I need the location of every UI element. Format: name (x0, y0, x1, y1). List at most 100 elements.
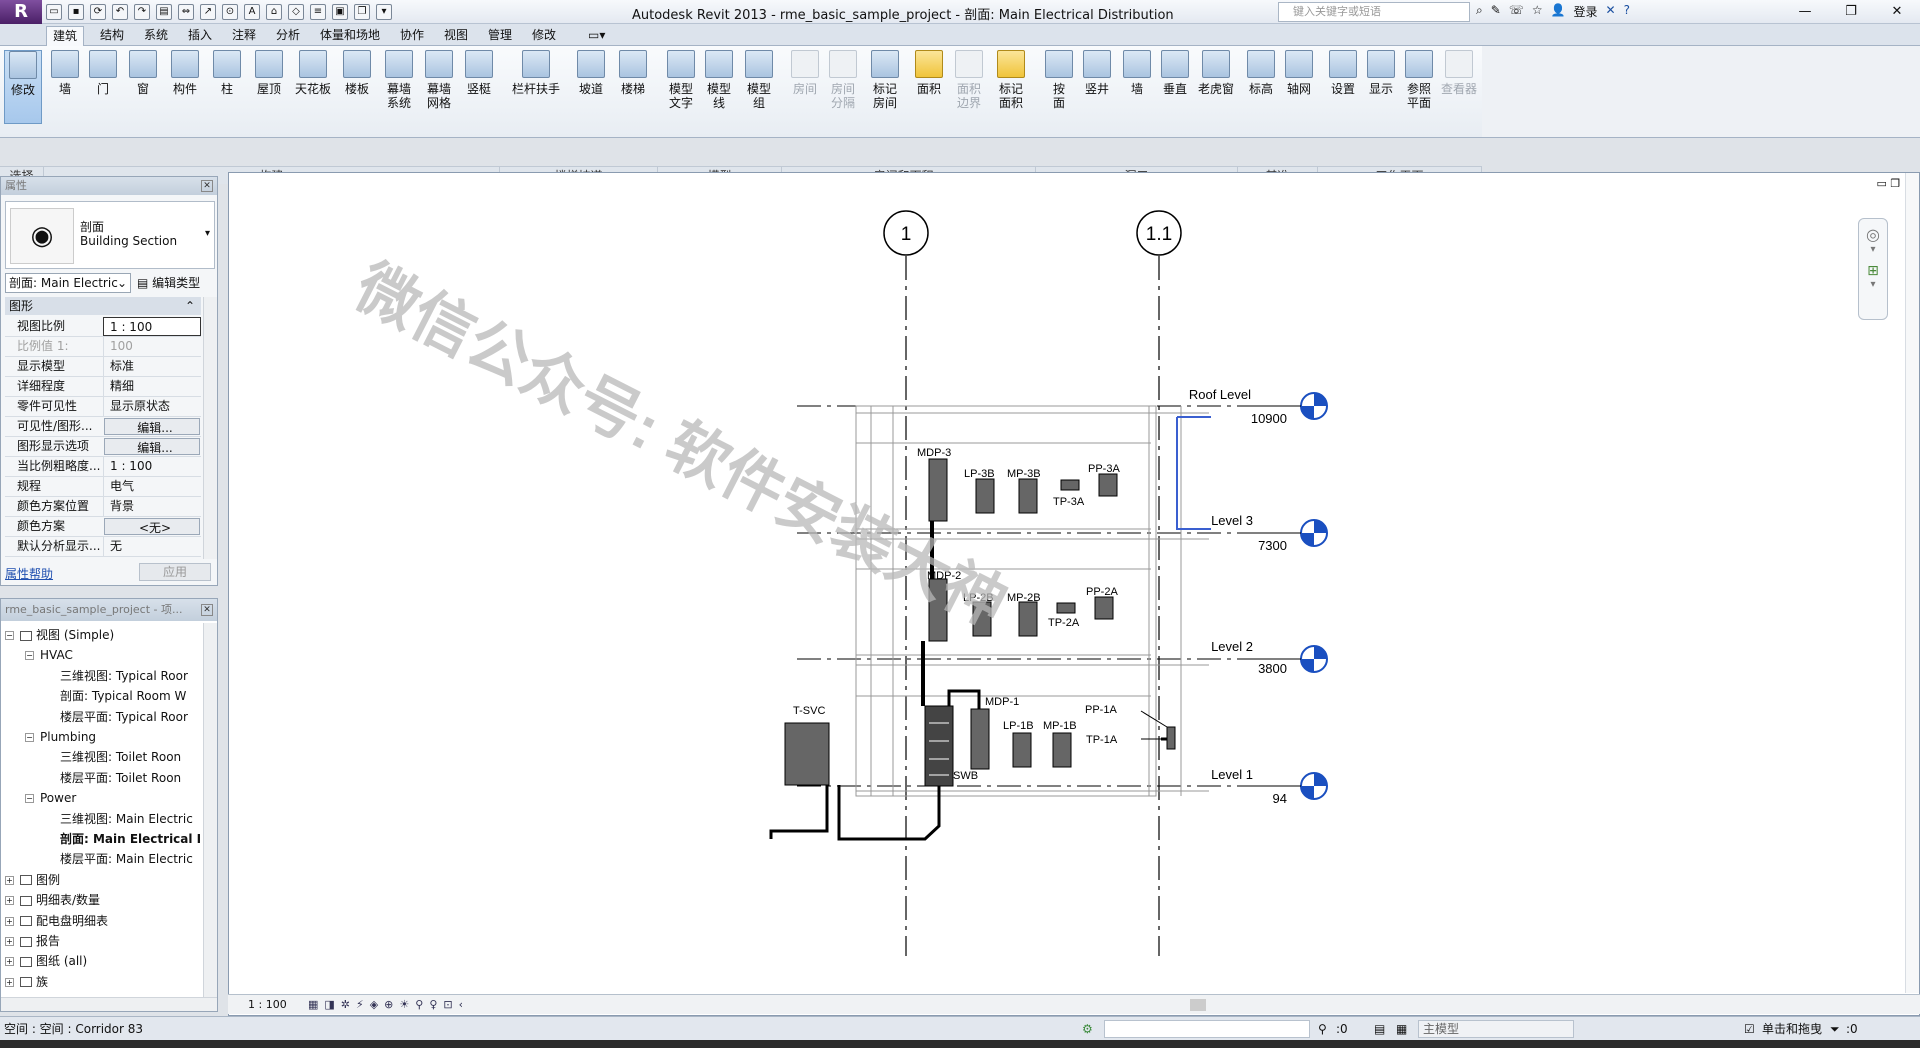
3d-view-icon[interactable]: ⌂ (266, 4, 282, 20)
vertical-opening-button[interactable]: 垂直 (1156, 50, 1194, 96)
property-row[interactable]: 可见性/图形... 编辑... (5, 417, 201, 437)
filter-icon[interactable]: ⏷ (1830, 1017, 1840, 1041)
tree-item[interactable]: 三维视图: Toilet Roon (45, 747, 181, 767)
tree-item[interactable]: 楼层平面: Main Electric (45, 849, 193, 869)
curtain-system-button[interactable]: 幕墙 系统 (380, 50, 418, 110)
tab-systems[interactable]: 系统 (138, 26, 174, 46)
property-value[interactable]: 1 : 100 (103, 457, 201, 476)
property-value[interactable]: 电气 (103, 477, 201, 496)
communication-icon[interactable]: ☏ (1509, 3, 1524, 20)
component-button[interactable]: 构件 (166, 50, 204, 96)
property-value[interactable]: 100 (103, 337, 201, 356)
curtain-grid-button[interactable]: 幕墙 网格 (420, 50, 458, 110)
design-options-icon[interactable]: ▤ (1374, 1017, 1385, 1041)
subscription-icon[interactable]: ✎ (1491, 3, 1501, 20)
collapse-icon[interactable]: − (25, 794, 34, 804)
main-model-dropdown[interactable]: 主模型 (1418, 1020, 1574, 1038)
canvas-vscrollbar[interactable] (1905, 173, 1919, 993)
text-icon[interactable]: A (244, 4, 260, 20)
property-value[interactable]: 标准 (103, 357, 201, 376)
shaft-button[interactable]: 竖井 (1078, 50, 1116, 96)
exchange-icon[interactable]: ✕ (1606, 3, 1616, 20)
tag-area-button[interactable]: 标记 面积 (992, 50, 1030, 110)
property-row[interactable]: 当比例粗略度... 1 : 100 (5, 457, 201, 477)
property-value[interactable]: 背景 (103, 497, 201, 516)
print-icon[interactable]: ▤ (156, 4, 172, 20)
worksets-icon[interactable]: ⚙ (1082, 1017, 1093, 1041)
wall-button[interactable]: 墙 (46, 50, 84, 96)
property-value[interactable]: 精细 (103, 377, 201, 396)
tab-massing-site[interactable]: 体量和场地 (314, 26, 386, 46)
window-button[interactable]: 窗 (124, 50, 162, 96)
drawing-canvas[interactable]: 1 1.1 Roof Level 10900 Level 3 7300 Leve… (228, 172, 1920, 1016)
expand-icon[interactable]: + (5, 875, 14, 885)
chevron-down-icon[interactable]: ▾ (205, 228, 210, 239)
browser-hscrollbar[interactable] (1, 997, 217, 1011)
set-workplane-button[interactable]: 设置 (1324, 50, 1362, 96)
tree-item[interactable]: 三维视图: Main Electric (45, 809, 193, 829)
switch-windows-icon[interactable]: ❐ (354, 4, 370, 20)
door-button[interactable]: 门 (84, 50, 122, 96)
browser-scrollbar[interactable] (203, 623, 217, 1001)
editable-only-icon[interactable]: ⚲ (1318, 1017, 1327, 1041)
canvas-hscrollbar-thumb[interactable] (1190, 999, 1206, 1011)
tree-item[interactable]: + 族 (5, 972, 48, 992)
tab-insert[interactable]: 插入 (182, 26, 218, 46)
tab-manage[interactable]: 管理 (482, 26, 518, 46)
expand-icon[interactable]: + (5, 916, 14, 926)
property-edit-button[interactable]: <无> (104, 518, 200, 535)
collapse-icon[interactable]: − (25, 651, 34, 661)
steering-wheel-icon[interactable]: ◎ (1859, 225, 1887, 244)
collapse-icon[interactable]: − (5, 631, 14, 640)
apply-button[interactable]: 应用 (139, 563, 211, 581)
minimize-icon[interactable]: ▭ (1877, 177, 1887, 190)
property-row[interactable]: 颜色方案 <无> (5, 517, 201, 537)
tree-item[interactable]: + 图纸 (all) (5, 951, 87, 971)
zoom-icon[interactable]: ⊞ (1859, 263, 1887, 279)
properties-scrollbar[interactable] (203, 297, 217, 559)
expand-icon[interactable]: + (5, 977, 14, 987)
tree-item[interactable]: +组 (5, 992, 48, 995)
property-row[interactable]: 默认分析显示... 无 (5, 537, 201, 557)
properties-help-link[interactable]: 属性帮助 (5, 565, 53, 582)
view-control-icons[interactable]: ▦◨✲⚡◈⊕☀⚲♀⊡‹ (308, 995, 469, 1015)
tree-item[interactable]: − 视图 (Simple) (5, 625, 114, 645)
stair-button[interactable]: 楼梯 (614, 50, 652, 96)
tree-item[interactable]: 剖面: Main Electrical I (45, 829, 201, 849)
tab-annotate[interactable]: 注释 (226, 26, 262, 46)
press-drag-checkbox[interactable]: ☑ (1744, 1017, 1755, 1041)
level-button[interactable]: 标高 (1242, 50, 1280, 96)
open-icon[interactable]: ▭ (46, 4, 62, 20)
section-drawing[interactable]: 1 1.1 Roof Level 10900 Level 3 7300 Leve… (229, 173, 1919, 993)
tab-structure[interactable]: 结构 (94, 26, 130, 46)
property-row[interactable]: 规程 电气 (5, 477, 201, 497)
collapse-icon[interactable]: − (25, 733, 34, 742)
property-value[interactable]: 1 : 100 (103, 317, 201, 336)
mullion-button[interactable]: 竖梃 (460, 50, 498, 96)
application-menu-button[interactable]: R (0, 0, 42, 24)
minimize-icon[interactable]: — (1782, 0, 1828, 24)
close-icon[interactable]: ✕ (201, 604, 213, 616)
ceiling-button[interactable]: 天花板 (294, 50, 332, 96)
roof-button[interactable]: 屋顶 (250, 50, 288, 96)
tree-item[interactable]: 三维视图: Typical Roor (45, 666, 188, 686)
area-button[interactable]: 面积 (910, 50, 948, 96)
property-row[interactable]: 图形显示选项 编辑... (5, 437, 201, 457)
tree-item[interactable]: + 配电盘明细表 (5, 911, 108, 931)
category-graphics[interactable]: 图形 ⌃ (5, 297, 201, 315)
expand-icon[interactable]: + (5, 896, 14, 906)
restore-icon[interactable]: ❐ (1828, 0, 1874, 24)
tree-item[interactable]: − HVAC (25, 645, 73, 665)
measure-icon[interactable]: ⇔ (178, 4, 194, 20)
expand-icon[interactable]: + (5, 937, 14, 946)
tree-item[interactable]: 楼层平面: Typical Roor (45, 707, 188, 727)
type-selector[interactable]: ◉ 剖面 Building Section ▾ (5, 201, 215, 269)
save-icon[interactable]: ▪ (68, 4, 84, 20)
tab-collaborate[interactable]: 协作 (394, 26, 430, 46)
tab-architecture[interactable]: 建筑 (46, 26, 85, 46)
close-hidden-icon[interactable]: ▣ (332, 4, 348, 20)
section-icon[interactable]: ◇ (288, 4, 304, 20)
tree-item[interactable]: + 报告 (5, 931, 60, 951)
floor-button[interactable]: 楼板 (338, 50, 376, 96)
property-row[interactable]: 零件可见性 显示原状态 (5, 397, 201, 417)
